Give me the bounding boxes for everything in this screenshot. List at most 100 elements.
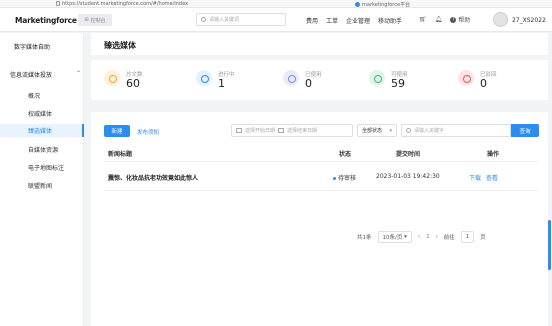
download-link[interactable]: 下载: [469, 173, 481, 182]
sidebar-item-label: 电子地图标注: [28, 165, 65, 172]
top-menu: 费用 工单 企业管理 移动助手: [306, 16, 402, 25]
sidebar-item-map-marking[interactable]: 电子地图标注: [0, 161, 84, 174]
search-icon: [406, 128, 411, 133]
help-button[interactable]: ? 帮助: [450, 15, 470, 24]
page-size-value: 10条/页: [382, 235, 403, 241]
view-link[interactable]: 查看: [486, 173, 498, 182]
search-button[interactable]: 查询: [511, 124, 539, 137]
goto-page-input[interactable]: 1: [460, 231, 475, 243]
sidebar-item-alliance-news[interactable]: 联盟新闻: [0, 179, 84, 192]
stat-value: 0: [305, 77, 312, 90]
sidebar-item-overview[interactable]: 概况: [0, 89, 84, 102]
sidebar-item-authority-media[interactable]: 权威媒体: [0, 107, 84, 120]
progress-icon: [196, 70, 212, 86]
goto-label: 前往: [443, 235, 455, 241]
top-icons: 🛒︎ 🔔︎ ? 帮助: [419, 15, 470, 24]
prev-page-icon[interactable]: ‹: [418, 234, 420, 240]
total-count: 共1条: [357, 235, 372, 241]
browser-tab[interactable]: marketingforce平台: [355, 1, 410, 8]
sidebar: 数字媒体自助 信息流媒体投放 ⌃ 概况 权威媒体 臻选媒体 自媒体资源 电子地图…: [0, 33, 84, 326]
grid-icon: ⊞: [84, 17, 89, 23]
stats-panel: 总文数 60 进行中 1 已使用 0 可使用 59 已驳回 0: [91, 60, 548, 100]
table-header: 新闻标题 状态 提交时间 操作: [104, 144, 539, 162]
chevron-down-icon: ▾: [389, 128, 392, 134]
row-title: 震惊、化妆品抗老功效竟如此惊人: [108, 175, 199, 182]
menu-item-fees[interactable]: 费用: [306, 16, 318, 25]
page-size-select[interactable]: 10条/页 ▾: [377, 231, 412, 243]
sidebar-item-label: 臻选媒体: [28, 128, 53, 135]
logo[interactable]: Marketingforce: [15, 16, 77, 25]
stat-used: 已使用 0: [283, 68, 363, 92]
document-icon: [104, 70, 120, 86]
date-range-picker[interactable]: 选择开始日期 选择结束日期: [231, 124, 353, 137]
keyword-input[interactable]: 请输入关键字: [401, 124, 511, 137]
table-row: 震惊、化妆品抗老功效竟如此惊人 待审核 2023-01-03 19:42:30 …: [104, 162, 539, 191]
search-placeholder: 请输入关键词: [209, 17, 240, 23]
page-title: 臻选媒体: [104, 41, 136, 50]
lock-icon: [56, 1, 60, 6]
rejected-icon: [458, 70, 474, 86]
page-suffix: 页: [480, 235, 486, 241]
stat-rejected: 已驳回 0: [458, 68, 538, 92]
stat-value: 59: [391, 77, 405, 90]
calendar-icon: [236, 128, 242, 133]
status-dot-icon: [333, 177, 336, 180]
list-panel: 新建 发布须知 选择开始日期 选择结束日期 全部状态 ▾ 请输入关键字 查询 新…: [91, 112, 548, 326]
column-header-status: 状态: [339, 151, 352, 158]
sidebar-item-label: 权威媒体: [28, 111, 53, 118]
available-icon: [369, 70, 385, 86]
keyword-placeholder: 请输入关键字: [414, 128, 445, 134]
username[interactable]: 27_XS2022: [512, 17, 546, 24]
top-navigation: Marketingforce ⊞ 控制台 请输入关键词 费用 工单 企业管理 移…: [0, 8, 552, 32]
sidebar-group-feed-ads[interactable]: 信息流媒体投放: [10, 70, 52, 79]
pagination: 共1条 10条/页 ▾ ‹ 1 › 前往 1 页: [357, 231, 486, 243]
chevron-up-icon[interactable]: ⌃: [76, 70, 81, 77]
page-header: 臻选媒体: [91, 33, 548, 55]
sidebar-section-digital-media[interactable]: 数字媒体自助: [14, 42, 50, 51]
status-select[interactable]: 全部状态 ▾: [357, 124, 397, 137]
sidebar-item-label: 联盟新闻: [28, 183, 53, 190]
tab-title: marketingforce平台: [362, 2, 411, 8]
stat-available: 可使用 59: [369, 68, 449, 92]
stat-value: 1: [218, 77, 225, 90]
start-date-placeholder: 选择开始日期: [245, 128, 276, 134]
cart-icon[interactable]: 🛒︎: [419, 16, 427, 23]
browser-bar: https://student.marketingforce.com/#/hom…: [0, 0, 552, 8]
stat-in-progress: 进行中 1: [196, 68, 276, 92]
column-header-actions: 操作: [487, 151, 500, 158]
column-header-time: 提交时间: [396, 151, 421, 158]
calendar-icon: [278, 128, 285, 133]
address-bar[interactable]: https://student.marketingforce.com/#/hom…: [62, 1, 188, 7]
current-page[interactable]: 1: [426, 234, 430, 240]
status-select-value: 全部状态: [362, 128, 383, 134]
sidebar-item-self-media[interactable]: 自媒体资源: [0, 143, 84, 156]
global-search-input[interactable]: 请输入关键词: [196, 13, 286, 26]
sidebar-item-label: 自媒体资源: [28, 147, 59, 154]
tab-favicon-icon: [355, 2, 360, 7]
console-button[interactable]: ⊞ 控制台: [78, 14, 112, 26]
used-icon: [283, 70, 299, 86]
avatar[interactable]: [493, 12, 508, 27]
bell-icon[interactable]: 🔔︎: [435, 16, 443, 23]
sidebar-item-select-media[interactable]: 臻选媒体: [0, 124, 84, 137]
row-time: 2023-01-03 19:42:30: [376, 173, 440, 180]
stat-value: 0: [480, 77, 487, 90]
menu-item-mobile[interactable]: 移动助手: [378, 16, 402, 25]
stat-value: 60: [126, 77, 140, 90]
chevron-down-icon: ▾: [404, 234, 407, 240]
console-button-label: 控制台: [90, 17, 106, 24]
next-page-icon[interactable]: ›: [436, 234, 438, 240]
help-icon: ?: [450, 16, 457, 23]
stat-total: 总文数 60: [104, 68, 184, 92]
menu-item-tickets[interactable]: 工单: [326, 16, 338, 25]
search-icon: [201, 17, 206, 22]
status-badge: 待审核: [333, 173, 356, 182]
menu-item-enterprise[interactable]: 企业管理: [346, 16, 370, 25]
help-label: 帮助: [458, 17, 471, 24]
column-header-title: 新闻标题: [108, 151, 133, 158]
status-text: 待审核: [338, 175, 357, 182]
scrollbar[interactable]: [548, 220, 551, 270]
publish-guide-link[interactable]: 发布须知: [137, 128, 159, 136]
new-button[interactable]: 新建: [104, 125, 130, 137]
sidebar-item-label: 概况: [28, 93, 41, 100]
